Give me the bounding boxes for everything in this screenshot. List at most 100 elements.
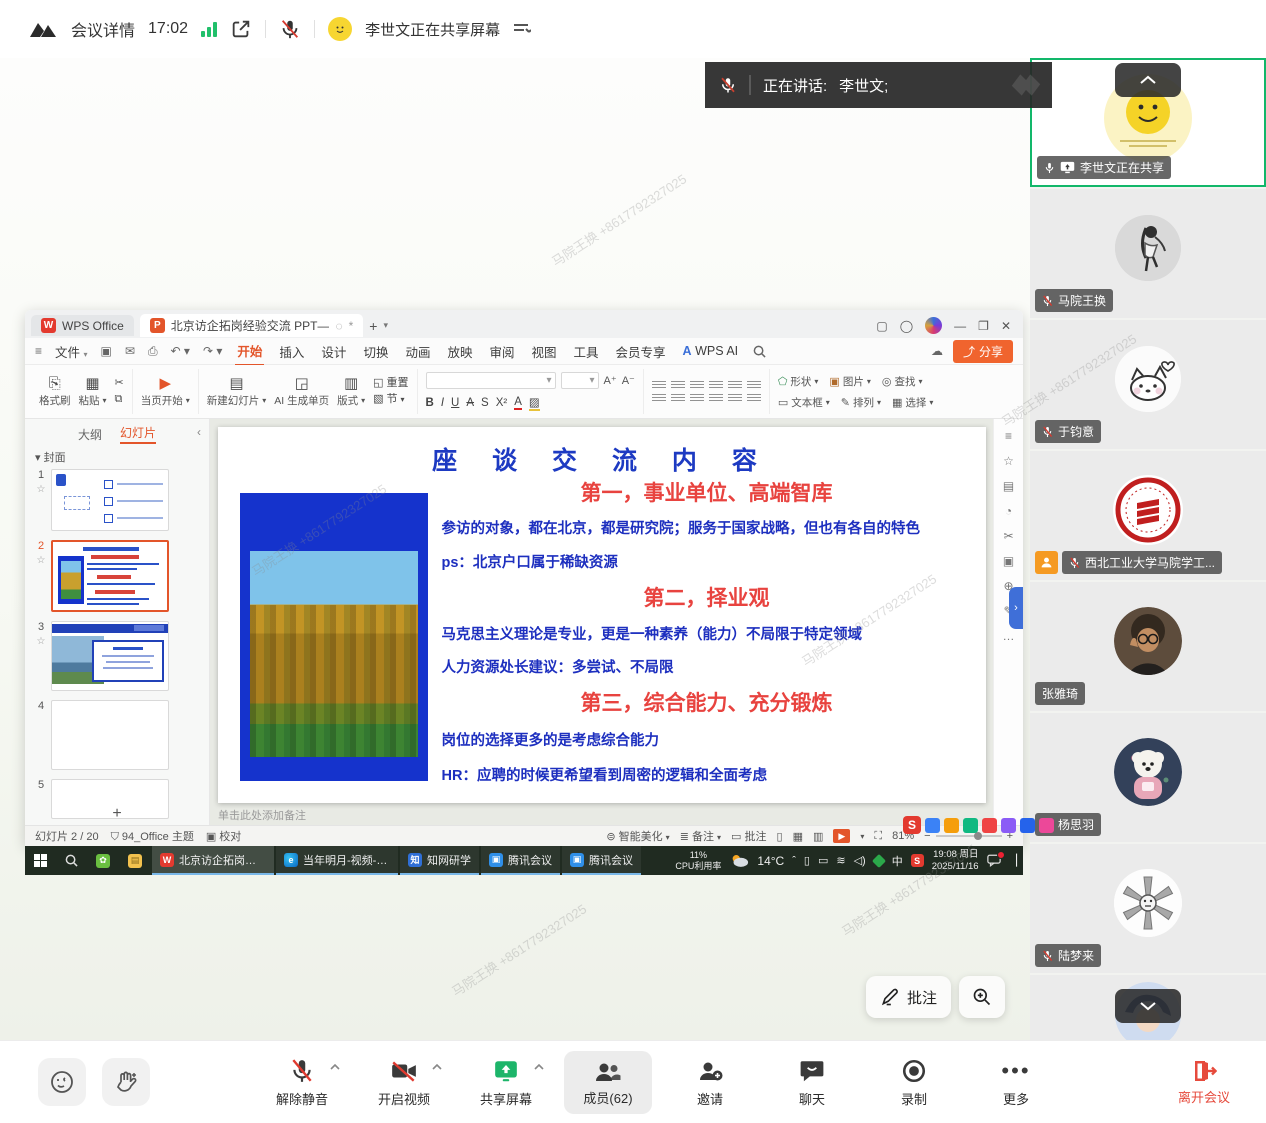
fit-screen-icon[interactable]: ⛶ (874, 830, 882, 843)
picture-button[interactable]: ▣图片▾ (829, 374, 870, 389)
play-from-current-button[interactable]: ▶当页开始▾ (141, 376, 190, 408)
collapse-pane-icon[interactable]: ‹ (197, 425, 201, 439)
textbox-button[interactable]: ▭文本框▾ (778, 395, 830, 410)
leave-meeting-button[interactable]: 离开会议 (1178, 1058, 1230, 1106)
taskbar-app-wps[interactable]: W 北京访企拓岗经验交... (152, 846, 274, 875)
magnify-button[interactable] (959, 976, 1005, 1018)
comment-button[interactable]: ▭ 批注 (731, 828, 766, 844)
raise-hand-button[interactable] (102, 1058, 150, 1106)
share-window-icon[interactable] (230, 18, 252, 40)
view-grid-icon[interactable]: ▦ (793, 830, 803, 843)
layout-icon[interactable]: ▤ (1003, 479, 1014, 493)
cut-icon[interactable]: ✂ (115, 378, 124, 389)
network-icon[interactable]: ≋ (836, 854, 845, 867)
file-explorer-icon[interactable]: ▤ (119, 846, 151, 875)
wps-share-button[interactable]: ⤴分享 (953, 340, 1013, 363)
outline-tab[interactable]: 大纲 (78, 426, 102, 443)
participant-tile[interactable]: 张雅琦 (1030, 582, 1266, 711)
undo-icon[interactable]: ↶ ▾ (171, 344, 190, 358)
muted-mic-icon[interactable] (279, 18, 301, 40)
layout-mode-icon[interactable]: ▢ (876, 319, 887, 333)
participant-tile-sharer[interactable]: 李世文正在共享 (1030, 58, 1266, 187)
taskbar-clock[interactable]: 19:08 周日2025/11/16 (932, 849, 979, 872)
font-color-button[interactable]: A (514, 396, 522, 410)
expand-panel-tab[interactable]: › (1009, 587, 1023, 629)
menu-tab-transition[interactable]: 切换 (361, 338, 390, 365)
participant-tile[interactable]: 马院王换 (1030, 189, 1266, 318)
share-options-chevron[interactable] (534, 1064, 544, 1070)
wps-home-tab[interactable]: W WPS Office (31, 315, 134, 336)
unmute-button[interactable]: 解除静音 (258, 1056, 346, 1108)
usb-icon[interactable]: ▯ (804, 854, 810, 867)
menu-tab-review[interactable]: 审阅 (487, 338, 516, 365)
notification-center-icon[interactable] (987, 854, 1001, 867)
ime-icon[interactable] (963, 818, 978, 833)
paste-button[interactable]: ▦粘贴▾ (79, 376, 107, 408)
sogou-icon[interactable]: S (903, 816, 921, 834)
ime-icon[interactable] (944, 818, 959, 833)
ime-icon[interactable] (1020, 818, 1035, 833)
add-slide-button[interactable]: + (25, 805, 209, 823)
menu-tab-slideshow[interactable]: 放映 (445, 338, 474, 365)
paragraph-alignment-group[interactable] (652, 381, 761, 403)
meeting-details-link[interactable]: 会议详情 (71, 17, 135, 41)
show-desktop-strip[interactable]: ▕ (1009, 854, 1017, 867)
slide-thumbnail-3[interactable]: 3☆ (31, 621, 209, 691)
strikethrough-button[interactable]: A (466, 397, 474, 409)
bold-button[interactable]: B (426, 397, 434, 409)
menu-tab-design[interactable]: 设计 (319, 338, 348, 365)
format-painter-button[interactable]: ⎘格式刷 (39, 376, 71, 408)
notes-placeholder[interactable]: 单击此处添加备注 (218, 807, 306, 823)
more-button[interactable]: ••• 更多 (972, 1056, 1060, 1108)
taskbar-app-meeting-1[interactable]: ▣ 腾讯会议 (481, 846, 560, 875)
slides-tab[interactable]: 幻灯片 (120, 424, 156, 444)
redo-icon[interactable]: ↷ ▾ (203, 344, 222, 358)
star-icon[interactable]: ☆ (1003, 454, 1014, 468)
menu-tab-insert[interactable]: 插入 (277, 338, 306, 365)
expand-strip-button[interactable] (1115, 989, 1181, 1023)
annotate-button[interactable]: 批注 (866, 976, 951, 1018)
proofing-button[interactable]: ▣ 校对 (206, 828, 241, 844)
taskbar-search-icon[interactable] (56, 846, 87, 875)
cloud-upload-icon[interactable]: ☁ (931, 344, 943, 358)
select-button[interactable]: ▦选择▾ (892, 395, 933, 410)
notes-button[interactable]: ≣ 备注 ▾ (680, 828, 721, 844)
participant-tile-partial[interactable] (1030, 975, 1266, 1040)
star-icon[interactable]: ☆ (37, 555, 46, 566)
mic-options-chevron[interactable] (330, 1064, 340, 1070)
highlight-color-button[interactable]: ▨ (529, 395, 540, 411)
props-icon[interactable]: ≡ (1005, 429, 1012, 443)
minimize-button[interactable]: — (954, 319, 966, 333)
menu-tab-wps-ai[interactable]: A WPS AI (681, 340, 741, 362)
close-button[interactable]: ✕ (1001, 319, 1011, 333)
menu-tab-animation[interactable]: 动画 (403, 338, 432, 365)
font-size-select[interactable]: ▾ (561, 372, 599, 389)
more-tools-icon[interactable]: … (1003, 629, 1015, 643)
superscript-button[interactable]: X² (496, 397, 508, 409)
restore-button[interactable]: ❐ (978, 319, 989, 333)
menu-tab-view[interactable]: 视图 (530, 338, 559, 365)
export-icon[interactable]: ✉ (125, 344, 135, 358)
decrease-font-icon[interactable]: A⁻ (622, 374, 635, 387)
arrange-button[interactable]: ✎排列▾ (841, 395, 881, 410)
tray-expand-icon[interactable]: ˆ (792, 855, 796, 867)
new-slide-button[interactable]: ▤新建幻灯片▾ (207, 376, 267, 408)
print-icon[interactable]: ⎙ (148, 344, 158, 359)
volume-icon[interactable]: ◁) (854, 854, 866, 867)
increase-font-icon[interactable]: A⁺ (604, 374, 617, 387)
battery-icon[interactable]: ▭ (818, 854, 828, 867)
participant-tile-host[interactable]: 西北工业大学马院学工... (1030, 451, 1266, 580)
menu-search-icon[interactable] (753, 345, 766, 358)
underline-button[interactable]: U (451, 397, 459, 409)
ime-toolbar[interactable]: S (903, 816, 1054, 834)
participant-tile[interactable]: 杨思羽 (1030, 713, 1266, 842)
taskbar-app-meeting-2[interactable]: ▣ 腾讯会议 (562, 846, 641, 875)
shape-button[interactable]: ⬠形状▾ (778, 374, 819, 389)
view-read-icon[interactable]: ▥ (813, 830, 823, 843)
document-tab[interactable]: P 北京访企拓岗经验交流 PPT— ◌ * (140, 314, 364, 337)
taskbar-app-cnki[interactable]: 知 知网研学 (400, 846, 479, 875)
record-button[interactable]: 录制 (870, 1056, 958, 1108)
ime-icon[interactable] (1039, 818, 1054, 833)
beautify-button[interactable]: ⊜ 智能美化 ▾ (606, 828, 669, 844)
ime-icon[interactable] (982, 818, 997, 833)
